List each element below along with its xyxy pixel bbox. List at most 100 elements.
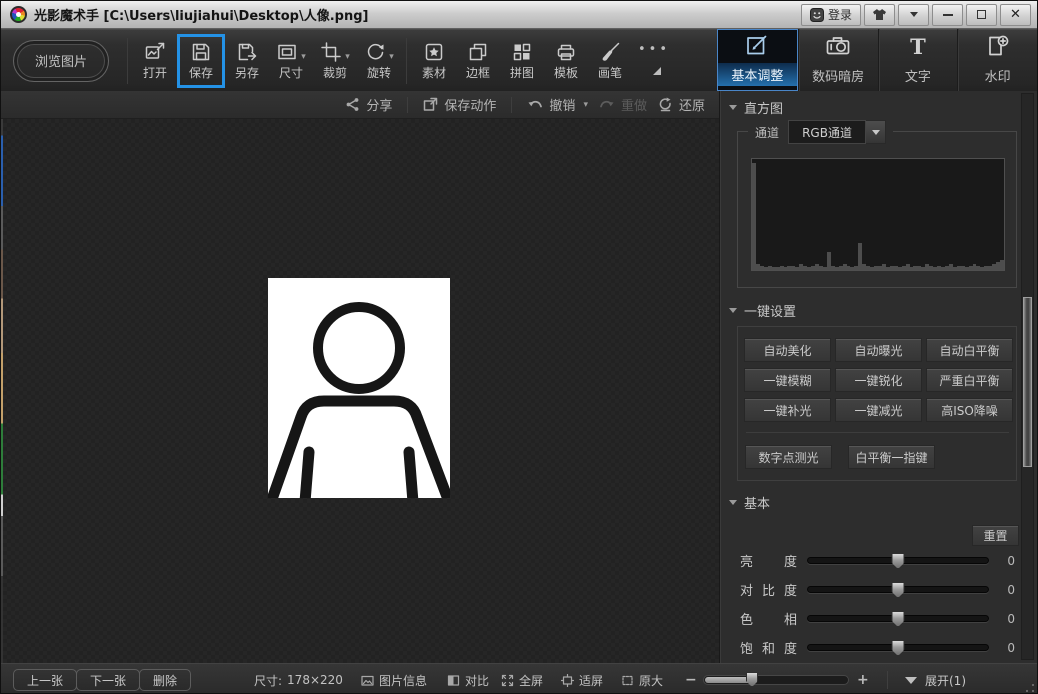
expand-triangle-icon <box>905 676 917 684</box>
auto-exposure-button[interactable]: 自动曝光 <box>835 338 922 362</box>
original-size-button[interactable]: 原大 <box>621 664 663 693</box>
collapse-triangle-icon <box>729 499 737 505</box>
fullscreen-button[interactable]: 全屏 <box>501 664 543 693</box>
login-button[interactable]: 登录 <box>800 3 861 26</box>
mode-tabs: 基本调整 数码暗房 T 文字 水印 <box>717 29 1037 91</box>
close-button[interactable]: ✕ <box>1000 3 1031 26</box>
collage-button[interactable]: 拼图 <box>500 34 544 88</box>
hue-slider-thumb[interactable] <box>891 611 905 627</box>
contrast-slider[interactable] <box>807 582 989 598</box>
resize-button[interactable]: ▾ 尺寸 <box>269 34 313 88</box>
basic-section-header[interactable]: 基本 <box>720 488 1010 516</box>
tab-text[interactable]: T 文字 <box>877 29 958 91</box>
maximize-button[interactable] <box>966 3 997 26</box>
template-printer-icon <box>555 41 577 63</box>
auto-beautify-button[interactable]: 自动美化 <box>744 338 831 362</box>
fit-screen-button[interactable]: 适屏 <box>561 664 603 693</box>
white-balance-one-key-button[interactable]: 白平衡一指键 <box>848 445 935 469</box>
channel-dropdown[interactable]: RGB通道 <box>788 120 887 144</box>
zoom-slider-thumb[interactable] <box>746 672 758 687</box>
original-size-icon <box>621 674 634 687</box>
action-bar: 分享 保存动作 撤销 ▾ 重做 还原 <box>1 91 719 119</box>
high-iso-denoise-button[interactable]: 高ISO降噪 <box>926 398 1013 422</box>
redo-button[interactable]: 重做 <box>599 95 647 114</box>
auto-white-balance-button[interactable]: 自动白平衡 <box>926 338 1013 362</box>
photo-person-placeholder[interactable] <box>268 278 450 498</box>
one-key-dim-light-button[interactable]: 一键减光 <box>835 398 922 422</box>
brightness-label: 亮度 <box>740 555 797 570</box>
save-action-button[interactable]: 保存动作 <box>423 95 496 114</box>
one-click-grid: 自动美化 自动曝光 自动白平衡 一键模糊 一键锐化 严重白平衡 一键补光 一键减… <box>744 338 1013 422</box>
app-logo-icon <box>10 6 27 23</box>
brush-button[interactable]: 画笔 <box>588 34 632 88</box>
compare-button[interactable]: 对比 <box>447 664 489 693</box>
app-window: 光影魔术手 [C:\Users\liujiahui\Desktop\人像.png… <box>0 0 1038 694</box>
undo-button[interactable]: 撤销 ▾ <box>527 95 588 114</box>
rotate-button[interactable]: ▾ 旋转 <box>357 34 401 88</box>
resize-dropdown-arrow[interactable]: ▾ <box>301 52 306 62</box>
open-button[interactable]: 打开 <box>133 34 177 88</box>
rotate-dropdown-arrow[interactable]: ▾ <box>389 52 394 62</box>
share-button[interactable]: 分享 <box>345 95 392 114</box>
save-as-button[interactable]: 另存 <box>225 34 269 88</box>
share-icon <box>345 97 360 112</box>
panel-scrollbar-thumb[interactable] <box>1023 297 1032 467</box>
next-photo-button[interactable]: 下一张 <box>76 669 141 691</box>
saturation-value: 0 <box>1007 640 1015 655</box>
image-info-button[interactable]: 图片信息 <box>361 664 427 693</box>
template-button[interactable]: 模板 <box>544 34 588 88</box>
image-info-icon <box>361 674 374 687</box>
zoom-slider[interactable] <box>703 672 849 687</box>
hue-slider[interactable] <box>807 611 989 627</box>
previous-photo-button[interactable]: 上一张 <box>13 669 78 691</box>
one-click-section-header[interactable]: 一键设置 <box>720 296 1010 324</box>
open-image-icon <box>144 41 166 63</box>
one-key-blur-button[interactable]: 一键模糊 <box>744 368 831 392</box>
expand-tray-button[interactable]: 展开(1) <box>905 664 966 693</box>
tab-watermark[interactable]: 水印 <box>957 29 1037 91</box>
reset-button[interactable]: 重置 <box>972 525 1019 546</box>
resize-grip[interactable] <box>1026 684 1034 692</box>
basic-sliders: 亮度 0 对比度 0 色相 0 饱和度 0 <box>740 546 1032 662</box>
double-chevron-down-icon <box>909 12 918 17</box>
image-size-readout: 尺寸: 178×220 <box>254 673 343 688</box>
saturation-slider-thumb[interactable] <box>891 640 905 656</box>
contrast-slider-thumb[interactable] <box>891 582 905 598</box>
compare-icon <box>447 674 460 687</box>
save-button[interactable]: 保存 <box>177 33 225 88</box>
corner-triangle-icon <box>653 66 661 75</box>
histogram-section-header[interactable]: 直方图 <box>720 93 1010 121</box>
restore-button[interactable]: 还原 <box>658 95 705 114</box>
material-button[interactable]: 素材 <box>412 34 456 88</box>
hue-slider-row: 色相 0 <box>740 604 1032 633</box>
fit-screen-icon <box>561 673 574 687</box>
one-key-fill-light-button[interactable]: 一键补光 <box>744 398 831 422</box>
brightness-slider-row: 亮度 0 <box>740 546 1032 575</box>
crop-button[interactable]: ▾ 裁剪 <box>313 34 357 88</box>
panel-scrollbar[interactable] <box>1021 93 1034 660</box>
zoom-in-button[interactable]: + <box>857 671 869 689</box>
window-menu-button[interactable] <box>898 3 929 26</box>
saturation-slider[interactable] <box>807 640 989 656</box>
minimize-button[interactable] <box>932 3 963 26</box>
brightness-value: 0 <box>1007 553 1015 568</box>
channel-dropdown-button[interactable] <box>866 120 887 144</box>
tab-basic-adjust[interactable]: 基本调整 <box>717 29 798 91</box>
one-key-sharpen-button[interactable]: 一键锐化 <box>835 368 922 392</box>
brightness-slider-thumb[interactable] <box>891 553 905 569</box>
delete-photo-button[interactable]: 删除 <box>139 669 192 691</box>
action-separator <box>407 96 409 113</box>
browse-images-button[interactable]: 浏览图片 <box>13 39 109 82</box>
contrast-label: 对比度 <box>740 584 797 599</box>
channel-row: 通道 RGB通道 <box>748 120 894 144</box>
tab-digital-darkroom[interactable]: 数码暗房 <box>797 29 878 91</box>
zoom-out-button[interactable]: − <box>685 671 697 689</box>
severe-white-balance-button[interactable]: 严重白平衡 <box>926 368 1013 392</box>
undo-dropdown-arrow[interactable]: ▾ <box>583 100 588 110</box>
skin-button[interactable] <box>864 3 895 26</box>
crop-dropdown-arrow[interactable]: ▾ <box>345 52 350 62</box>
frame-button[interactable]: 边框 <box>456 34 500 88</box>
digital-spot-metering-button[interactable]: 数字点测光 <box>745 445 832 469</box>
more-tools-button[interactable]: ••• <box>632 34 668 88</box>
brightness-slider[interactable] <box>807 553 989 569</box>
